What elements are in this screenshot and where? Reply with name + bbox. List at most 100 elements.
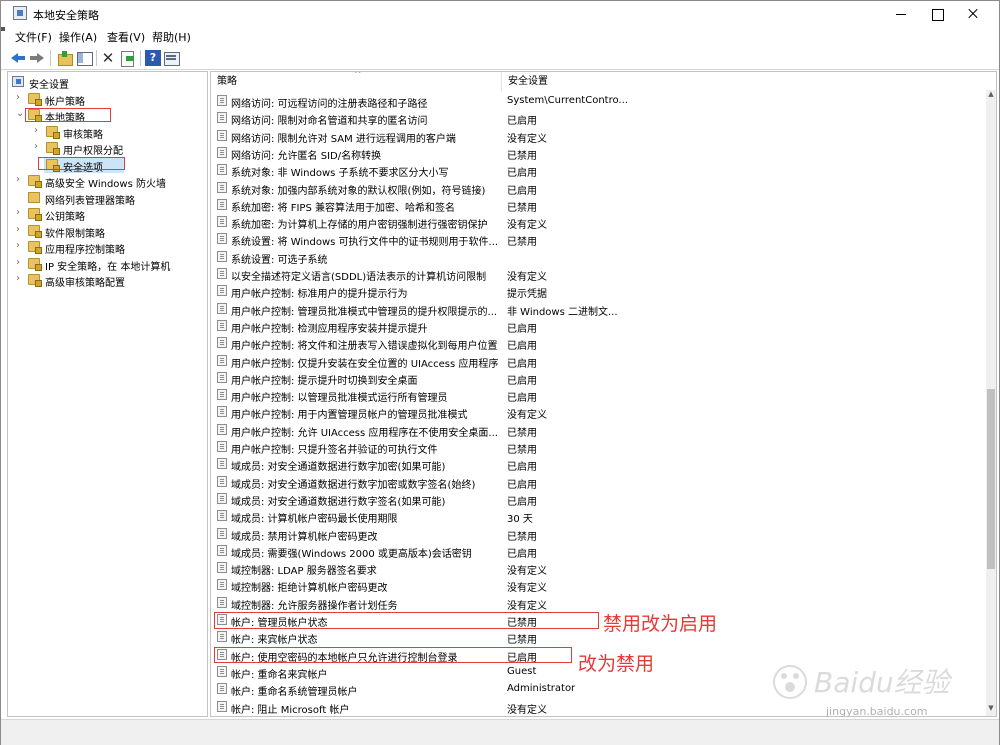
column-header-policy[interactable]: 策略 xyxy=(211,72,501,91)
policy-item-icon xyxy=(217,285,227,297)
table-row[interactable]: 网络访问: 限制对命名管道和共享的匿名访问 已启用 xyxy=(211,109,971,128)
table-row[interactable]: 网络访问: 允许匿名 SID/名称转换 已禁用 xyxy=(211,144,971,162)
table-row[interactable]: 用户帐户控制: 标准用户的提升提示行为 提示凭据 xyxy=(211,282,971,300)
policy-item-icon xyxy=(217,112,227,124)
table-row[interactable]: 用户帐户控制: 管理员批准模式中管理员的提升权限提示的... 非 Windows … xyxy=(211,300,971,318)
chevron-right-icon[interactable]: › xyxy=(34,142,44,152)
back-arrow-icon[interactable] xyxy=(10,50,26,66)
tree-item[interactable]: › 审核策略 xyxy=(34,124,198,141)
chevron-right-icon[interactable]: › xyxy=(16,274,26,284)
menu-file[interactable]: 文件(F) xyxy=(15,29,52,45)
chevron-right-icon[interactable]: › xyxy=(16,257,26,268)
policy-item-icon xyxy=(217,614,227,625)
table-row[interactable]: 域成员: 对安全通道数据进行数字加密或数字签名(始终) 已启用 xyxy=(211,473,971,491)
tree-item[interactable]: › 帐户策略 xyxy=(16,91,198,108)
tree-item[interactable]: ⌄ 本地策略 xyxy=(16,107,198,125)
chevron-right-icon[interactable]: › xyxy=(16,224,26,235)
help-icon[interactable]: ? xyxy=(145,50,161,66)
table-row[interactable]: 帐户: 来宾帐户状态 已禁用 xyxy=(211,628,971,647)
table-row[interactable]: 系统加密: 为计算机上存储的用户密钥强制进行强密钥保护 没有定义 xyxy=(211,213,971,231)
table-row[interactable]: 系统设置: 将 Windows 可执行文件中的证书规则用于软件... 已禁用 xyxy=(211,230,971,248)
chevron-right-icon[interactable]: › xyxy=(16,175,26,185)
scroll-down-arrow-icon[interactable]: ▼ xyxy=(986,704,996,716)
table-row[interactable]: 域控制器: LDAP 服务器签名要求 没有定义 xyxy=(211,559,971,577)
security-setting-value: 已启用 xyxy=(507,341,537,353)
policy-item-icon xyxy=(217,527,227,539)
security-setting-value: 已启用 xyxy=(507,462,537,474)
chevron-right-icon[interactable]: › xyxy=(16,92,26,103)
tree-item[interactable]: 安全选项 xyxy=(34,156,198,174)
table-row[interactable]: 域控制器: 拒绝计算机帐户密码更改 没有定义 xyxy=(211,576,971,594)
table-row[interactable]: 帐户: 管理员帐户状态 已禁用 xyxy=(211,611,971,629)
maximize-icon[interactable] xyxy=(919,1,955,27)
chevron-right-icon[interactable]: › xyxy=(34,125,44,136)
tree-item[interactable]: 网络列表管理器策略 xyxy=(16,190,198,207)
table-row[interactable]: 域控制器: 允许服务器操作者计划任务 没有定义 xyxy=(211,594,971,612)
policy-item-icon xyxy=(217,631,227,643)
table-row[interactable]: 网络访问: 限制允许对 SAM 进行远程调用的客户端 没有定义 xyxy=(211,127,971,145)
tree-item-label: 网络列表管理器策略 xyxy=(45,195,135,207)
tree-item[interactable]: › IP 安全策略，在 本地计算机 xyxy=(16,256,198,273)
export-list-icon[interactable] xyxy=(119,50,135,67)
policy-name: 帐户: 来宾帐户状态 xyxy=(231,635,318,647)
table-row[interactable]: 用户帐户控制: 只提升签名并验证的可执行文件 已禁用 xyxy=(211,438,971,456)
delete-icon[interactable]: ✕ xyxy=(100,50,116,66)
forward-arrow-icon[interactable] xyxy=(29,50,45,66)
status-bar xyxy=(1,719,999,745)
navigation-tree[interactable]: 安全设置 › 帐户策略 ⌄ 本地策略 › 审核策略 › 用户权限分配 安全选项 › 高级安全 Wind… xyxy=(7,71,208,717)
table-row[interactable]: 系统对象: 加强内部系统对象的默认权限(例如，符号链接) 已启用 xyxy=(211,179,971,197)
policy-item-icon xyxy=(217,475,227,487)
title-bar[interactable]: 本地安全策略 xyxy=(1,1,999,27)
properties-icon[interactable] xyxy=(163,50,180,66)
tree-item[interactable]: › 用户权限分配 xyxy=(34,140,198,158)
scroll-thumb[interactable] xyxy=(987,388,995,570)
tree-item[interactable]: › 高级审核策略配置 xyxy=(16,272,198,290)
policy-item-icon xyxy=(217,562,227,574)
table-row[interactable]: 域成员: 禁用计算机帐户密码更改 已禁用 xyxy=(211,525,971,543)
close-icon[interactable] xyxy=(955,1,991,27)
table-row[interactable]: 用户帐户控制: 用于内置管理员帐户的管理员批准模式 没有定义 xyxy=(211,403,971,421)
minimize-icon[interactable] xyxy=(883,1,919,27)
security-setting-value: 没有定义 xyxy=(507,272,547,283)
policy-folder-icon xyxy=(28,208,42,221)
table-row[interactable]: 域成员: 对安全通道数据进行数字加密(如果可能) 已启用 xyxy=(211,455,971,474)
table-row[interactable]: 用户帐户控制: 仅提升安装在安全位置的 UIAccess 应用程序 已启用 xyxy=(211,352,971,370)
policy-name: 域成员: 对安全通道数据进行数字加密或数字签名(始终) xyxy=(231,479,476,491)
menu-help[interactable]: 帮助(H) xyxy=(152,29,191,45)
column-header-setting[interactable]: 安全设置 xyxy=(501,72,626,91)
table-row[interactable]: 系统加密: 将 FIPS 兼容算法用于加密、哈希和签名 已禁用 xyxy=(211,196,971,214)
table-row[interactable]: 系统对象: 非 Windows 子系统不要求区分大小写 已启用 xyxy=(211,161,971,179)
table-row[interactable]: 用户帐户控制: 将文件和注册表写入错误虚拟化到每用户位置 已启用 xyxy=(211,334,971,353)
menu-action[interactable]: 操作(A) xyxy=(59,29,97,45)
table-row[interactable]: 以安全描述符定义语言(SDDL)语法表示的计算机访问限制 没有定义 xyxy=(211,265,971,283)
policy-name: 网络访问: 限制对命名管道和共享的匿名访问 xyxy=(231,116,428,128)
table-row[interactable]: 网络访问: 可远程访问的注册表路径和子路径 System\CurrentContr… xyxy=(211,92,971,110)
show-hide-tree-icon[interactable] xyxy=(76,50,93,66)
policy-name: 用户帐户控制: 仅提升安装在安全位置的 UIAccess 应用程序 xyxy=(231,358,499,370)
tree-item[interactable]: › 软件限制策略 xyxy=(16,223,198,240)
table-row[interactable]: 用户帐户控制: 检测应用程序安装并提示提升 已启用 xyxy=(211,317,971,335)
vertical-scrollbar[interactable]: ▲ ▼ xyxy=(986,90,996,716)
chevron-right-icon[interactable]: › xyxy=(16,241,26,251)
policy-name: 域成员: 计算机帐户密码最长使用期限 xyxy=(231,514,398,526)
scroll-up-arrow-icon[interactable]: ▲ xyxy=(986,90,996,102)
tree-item[interactable]: › 公钥策略 xyxy=(16,206,198,224)
table-row[interactable]: 域成员: 对安全通道数据进行数字签名(如果可能) 已启用 xyxy=(211,490,971,508)
table-row[interactable]: 用户帐户控制: 提示提升时切换到安全桌面 已启用 xyxy=(211,369,971,387)
table-row[interactable]: 域成员: 计算机帐户密码最长使用期限 30 天 xyxy=(211,507,971,526)
table-row[interactable]: 系统设置: 可选子系统 xyxy=(211,248,971,266)
policy-item-icon xyxy=(217,216,227,228)
tree-item-label: IP 安全策略，在 本地计算机 xyxy=(45,261,171,273)
tree-item[interactable]: › 高级安全 Windows 防火墙 xyxy=(16,173,198,191)
table-row[interactable]: 用户帐户控制: 以管理员批准模式运行所有管理员 已启用 xyxy=(211,386,971,404)
up-folder-icon[interactable] xyxy=(57,50,73,66)
baidu-jingyan-watermark-logo: Baidu经验 xyxy=(773,665,953,699)
policy-item-icon xyxy=(217,665,227,677)
chevron-down-icon[interactable]: ⌄ xyxy=(16,109,26,119)
chevron-right-icon[interactable]: › xyxy=(16,208,26,218)
menu-view[interactable]: 查看(V) xyxy=(107,29,145,45)
table-row[interactable]: 用户帐户控制: 允许 UIAccess 应用程序在不使用安全桌面... 已禁用 xyxy=(211,421,971,439)
table-row[interactable]: 域成员: 需要强(Windows 2000 或更高版本)会话密钥 已启用 xyxy=(211,542,971,560)
tree-item[interactable]: › 应用程序控制策略 xyxy=(16,239,198,257)
tree-item[interactable]: 安全设置 xyxy=(12,74,198,91)
